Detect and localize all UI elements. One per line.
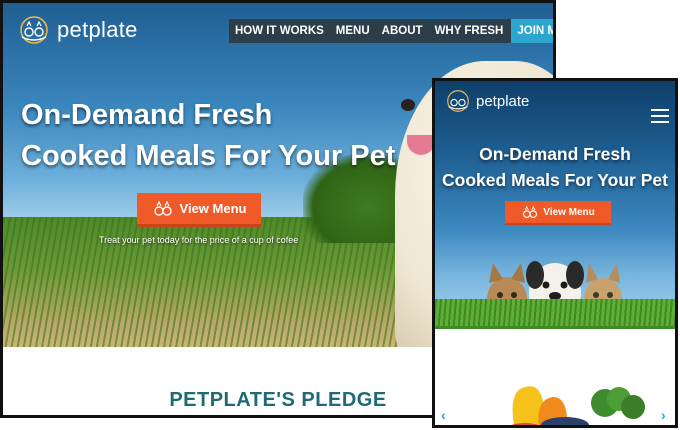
mobile-mockup: petplate On-Demand Fresh Cooked Meals Fo… [432,78,678,428]
mobile-headline-line-2: Cooked Meals For Your Pet [442,170,668,190]
mobile-hero: petplate On-Demand Fresh Cooked Meals Fo… [435,81,675,326]
mobile-view-menu-label: View Menu [543,206,595,218]
desktop-logo[interactable]: petplate [15,15,138,45]
mobile-hero-headline: On-Demand Fresh Cooked Meals For Your Pe… [435,141,675,193]
hero-divider [435,326,675,329]
petplate-logo-icon [447,90,469,112]
join-mailing-list-button[interactable]: JOIN MAILING LIST [511,19,553,43]
headline-line-2: Cooked Meals For Your Pet [21,140,396,172]
petplate-logo-icon [20,16,48,44]
carousel-next-arrow[interactable]: › [661,407,666,423]
hamburger-menu-icon[interactable] [651,109,669,123]
hero-tagline: Treat your pet today for the price of a … [99,235,299,245]
view-menu-button[interactable]: View Menu [137,193,261,227]
headline-line-1: On-Demand Fresh [21,99,273,131]
nav-why-fresh[interactable]: WHY FRESH [429,19,510,43]
carousel-prev-arrow[interactable]: ‹ [441,407,446,423]
vegetables-image [511,386,645,425]
mobile-grass-image [435,299,675,326]
mobile-brand-wordmark: petplate [476,92,530,110]
nav-how-it-works[interactable]: HOW IT WORKS [229,19,330,43]
nav-about[interactable]: ABOUT [376,19,429,43]
mobile-headline-line-1: On-Demand Fresh [479,144,631,164]
desktop-nav: HOW IT WORKS MENU ABOUT WHY FRESH JOIN M… [229,19,553,43]
mobile-logo[interactable]: petplate [443,89,529,113]
food-bowls-icon [153,200,172,216]
nav-menu[interactable]: MENU [330,19,376,43]
mockup-stage: petplate HOW IT WORKS MENU ABOUT WHY FRE… [0,0,680,430]
mobile-view-menu-button[interactable]: View Menu [505,201,611,225]
view-menu-label: View Menu [179,201,247,216]
food-bowls-icon [523,205,538,218]
hero-headline: On-Demand Fresh Cooked Meals For Your Pe… [21,95,395,177]
brand-wordmark: petplate [57,17,138,42]
dog-nose [401,99,415,111]
